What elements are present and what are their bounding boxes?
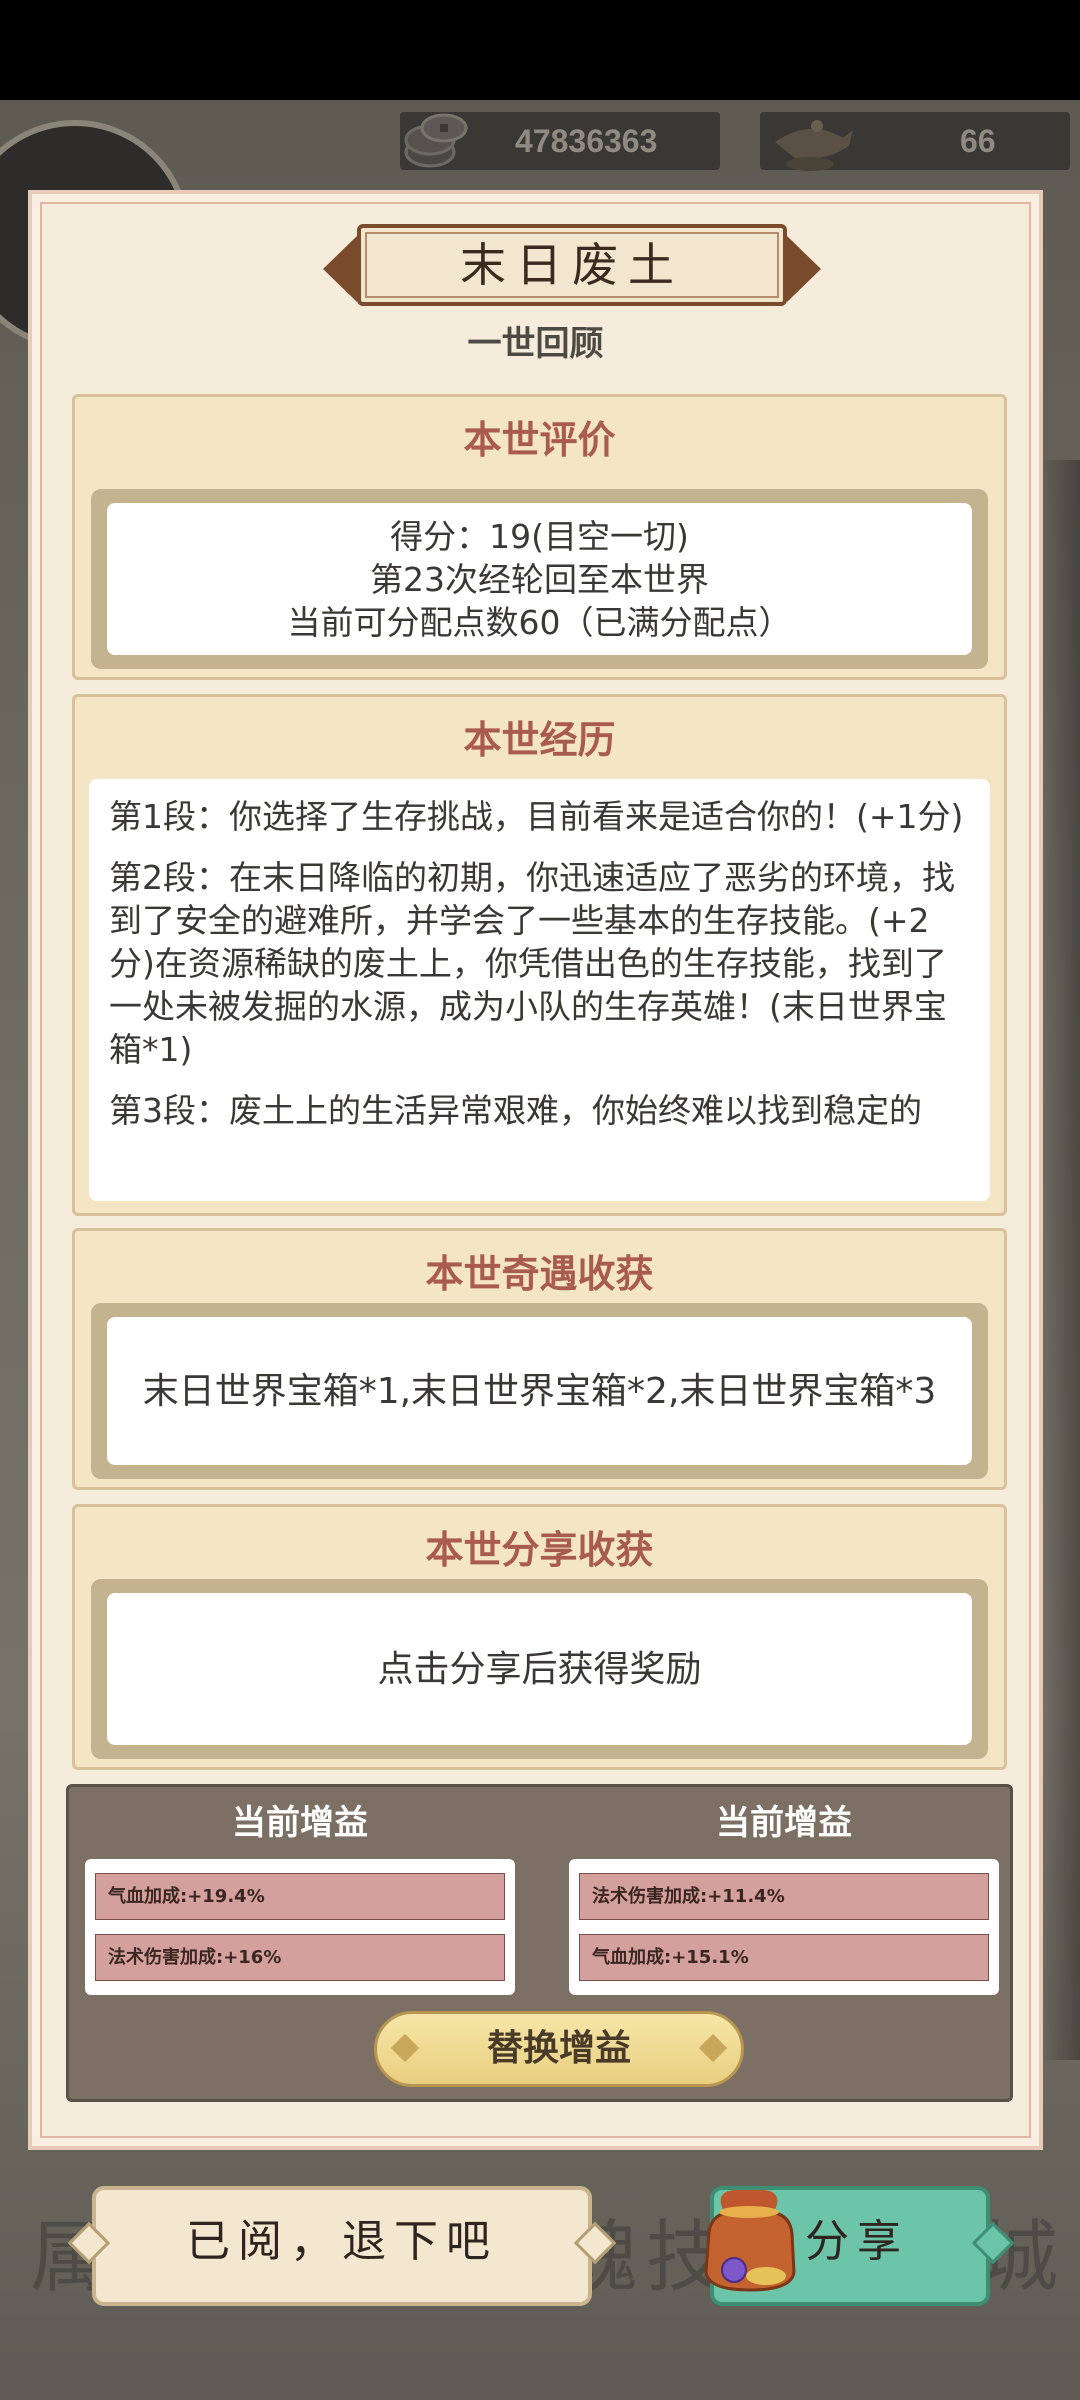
panel-title: 末日废土 — [460, 238, 684, 292]
coin-counter: 47836363 — [400, 112, 720, 170]
coin-amount: 47836363 — [515, 123, 658, 159]
life-review-panel: 末日废土 一世回顾 本世评价 得分：19(目空一切) 第23次经轮回至本世界 当… — [28, 190, 1043, 2150]
history-scroll-list[interactable]: 第1段：你选择了生存挑战，目前看来是适合你的！(+1分) 第2段：在末日降临的初… — [89, 779, 990, 1201]
current-buff-right[interactable]: 当前增益 法术伤害加成:+11.4% 气血加成:+15.1% — [569, 1787, 999, 1995]
encounters-title: 本世奇遇收获 — [425, 1252, 654, 1296]
encounters-frame: 末日世界宝箱*1,末日世界宝箱*2,末日世界宝箱*3 — [91, 1303, 988, 1479]
buff-panel: 当前增益 气血加成:+19.4% 法术伤害加成:+16% 当前增益 法术伤害加成… — [66, 1784, 1013, 2102]
button-left-ornament — [390, 2033, 420, 2063]
dismiss-button[interactable]: 已阅，退下吧 — [67, 2186, 617, 2306]
currency-bar: 47836363 66 — [370, 112, 1070, 171]
buff-heading-left: 当前增益 — [232, 1803, 368, 1843]
replace-buff-label: 替换增益 — [486, 2028, 631, 2069]
button-right-ornament — [698, 2033, 728, 2063]
side-shadow — [1040, 460, 1080, 2060]
treasure-bag-icon — [704, 2190, 796, 2292]
history-paragraph: 第3段：废土上的生活异常艰难，你始终难以找到稳定的 — [109, 1091, 922, 1130]
buff-card-left: 气血加成:+19.4% 法术伤害加成:+16% — [85, 1859, 515, 1995]
coins-icon — [404, 113, 468, 168]
history-section: 本世经历 第1段：你选择了生存挑战，目前看来是适合你的！(+1分) 第2段：在末… — [72, 694, 1007, 1216]
buff-card-right: 法术伤害加成:+11.4% 气血加成:+15.1% — [569, 1859, 999, 1995]
evaluation-content: 得分：19(目空一切) 第23次经轮回至本世界 当前可分配点数60（已满分配点） — [107, 503, 972, 655]
evaluation-score: 得分：19(目空一切) — [390, 516, 689, 556]
history-paragraph: 第1段：你选择了生存挑战，目前看来是适合你的！(+1分) — [109, 797, 964, 836]
replace-buff-button[interactable]: 替换增益 — [374, 2011, 744, 2087]
evaluation-title: 本世评价 — [463, 418, 616, 462]
buff-row: 气血加成:+19.4% — [95, 1873, 505, 1920]
history-paragraph: 第2段：在末日降临的初期，你迅速适应了恶劣的环境，找到了安全的避难所，并学会了一… — [109, 858, 955, 1069]
plate-left-ornament — [323, 236, 357, 302]
share-reward-title: 本世分享收获 — [425, 1528, 654, 1572]
buff-row: 法术伤害加成:+16% — [95, 1934, 505, 1981]
evaluation-reincarnation: 第23次经轮回至本世界 — [370, 559, 709, 599]
buff-heading-right: 当前增益 — [716, 1803, 852, 1843]
share-button[interactable]: 分享 — [704, 2186, 1015, 2306]
lamp-amount: 66 — [960, 123, 996, 159]
evaluation-frame: 得分：19(目空一切) 第23次经轮回至本世界 当前可分配点数60（已满分配点） — [91, 489, 988, 669]
dismiss-label: 已阅，退下吧 — [186, 2216, 498, 2267]
buff-row: 法术伤害加成:+11.4% — [579, 1873, 989, 1920]
history-title: 本世经历 — [463, 718, 616, 762]
buff-row: 气血加成:+15.1% — [579, 1934, 989, 1981]
share-reward-frame: 点击分享后获得奖励 — [91, 1579, 988, 1759]
encounters-section: 本世奇遇收获 末日世界宝箱*1,末日世界宝箱*2,末日世界宝箱*3 — [72, 1228, 1007, 1490]
plate-right-ornament — [787, 236, 821, 302]
encounters-content: 末日世界宝箱*1,末日世界宝箱*2,末日世界宝箱*3 — [107, 1317, 972, 1465]
share-label: 分享 — [805, 2216, 909, 2267]
share-reward-section: 本世分享收获 点击分享后获得奖励 — [72, 1504, 1007, 1770]
title-plate: 末日废土 — [323, 224, 821, 306]
share-reward-content: 点击分享后获得奖励 — [107, 1593, 972, 1745]
panel-subtitle: 一世回顾 — [467, 324, 604, 364]
lamp-icon — [775, 120, 853, 171]
current-buff-left[interactable]: 当前增益 气血加成:+19.4% 法术伤害加成:+16% — [85, 1787, 515, 1995]
lamp-counter: 66 — [760, 112, 1070, 171]
evaluation-points: 当前可分配点数60（已满分配点） — [287, 602, 792, 642]
evaluation-section: 本世评价 得分：19(目空一切) 第23次经轮回至本世界 当前可分配点数60（已… — [72, 394, 1007, 680]
